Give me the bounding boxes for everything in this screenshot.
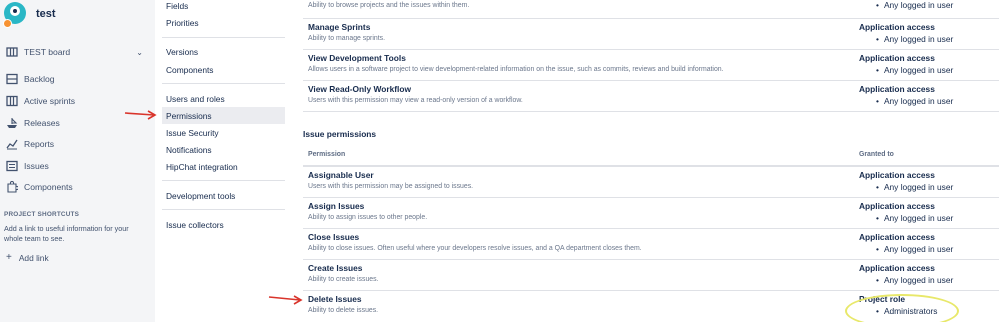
menu-item-hipchat-integration[interactable]: HipChat integration xyxy=(162,158,285,175)
permission-row-browse-projects: Ability to browse projects and the issue… xyxy=(303,0,999,19)
permission-description: Ability to close issues. Often useful wh… xyxy=(308,245,642,252)
sidebar-item-label: Issues xyxy=(24,161,49,171)
permission-row-view-development-tools: View Development Tools Allows users in a… xyxy=(303,50,999,81)
permission-description: Allows users in a software project to vi… xyxy=(308,66,724,73)
menu-item-fields[interactable]: Fields xyxy=(162,0,285,14)
settings-menu: Fields Priorities Versions Components Us… xyxy=(155,0,291,322)
permission-name: Close Issues xyxy=(308,232,360,242)
granted-title: Application access xyxy=(859,170,935,180)
permissions-content: Ability to browse projects and the issue… xyxy=(291,0,999,322)
permission-name: View Development Tools xyxy=(308,53,406,63)
shortcuts-description: Add a link to useful information for you… xyxy=(4,224,129,243)
plus-icon: + xyxy=(6,252,12,263)
granted-item: Any logged in user xyxy=(876,96,953,106)
granted-title: Application access xyxy=(859,232,935,242)
menu-item-priorities[interactable]: Priorities xyxy=(162,14,285,31)
menu-item-components[interactable]: Components xyxy=(162,61,285,78)
graph-icon xyxy=(6,138,18,150)
sidebar-item-label: Active sprints xyxy=(24,96,76,106)
granted-title: Application access xyxy=(859,84,935,94)
menu-item-permissions[interactable]: Permissions xyxy=(162,107,285,124)
board-icon xyxy=(6,95,18,107)
board-icon xyxy=(6,46,18,58)
sidebar-item-active-sprints[interactable]: Active sprints xyxy=(6,91,151,111)
issue-permissions-heading: Issue permissions xyxy=(303,129,377,139)
project-badge-icon xyxy=(3,19,12,28)
menu-item-users-and-roles[interactable]: Users and roles xyxy=(162,90,285,107)
permission-name: Manage Sprints xyxy=(308,22,371,32)
permission-name: Delete Issues xyxy=(308,294,362,304)
sidebar-item-components[interactable]: Components xyxy=(6,177,151,197)
granted-item: Any logged in user xyxy=(876,34,953,44)
sidebar-item-label: Backlog xyxy=(24,74,55,84)
shortcuts-title: PROJECT SHORTCUTS xyxy=(4,211,80,218)
board-label: TEST board xyxy=(24,47,71,57)
permission-description: Ability to manage sprints. xyxy=(308,35,385,42)
menu-item-issue-security[interactable]: Issue Security xyxy=(162,124,285,141)
permission-description: Ability to create issues. xyxy=(308,276,379,283)
permission-description: Ability to browse projects and the issue… xyxy=(308,2,470,9)
permission-name: Assignable User xyxy=(308,170,374,180)
permission-row-create-issues: Create Issues Ability to create issues. … xyxy=(303,260,999,291)
add-link-button[interactable]: + Add link xyxy=(6,252,49,263)
granted-item: Any logged in user xyxy=(876,244,953,254)
permission-name: Create Issues xyxy=(308,263,363,273)
permission-name: View Read-Only Workflow xyxy=(308,84,412,94)
granted-item: Any logged in user xyxy=(876,275,953,285)
sidebar-item-backlog[interactable]: Backlog xyxy=(6,69,151,89)
menu-divider xyxy=(162,209,285,210)
permission-description: Ability to assign issues to other people… xyxy=(308,214,428,221)
ship-icon xyxy=(6,117,18,129)
sidebar-item-label: Components xyxy=(24,182,73,192)
menu-item-issue-collectors[interactable]: Issue collectors xyxy=(162,216,285,233)
sidebar-item-label: Reports xyxy=(24,139,55,149)
permission-row-manage-sprints: Manage Sprints Ability to manage sprints… xyxy=(303,19,999,50)
column-header-granted-to: Granted to xyxy=(859,151,894,158)
menu-item-development-tools[interactable]: Development tools xyxy=(162,187,285,204)
sidebar-item-label: Releases xyxy=(24,118,60,128)
project-name[interactable]: test xyxy=(36,8,56,20)
menu-item-versions[interactable]: Versions xyxy=(162,43,285,60)
permission-row-assign-issues: Assign Issues Ability to assign issues t… xyxy=(303,198,999,229)
issues-icon xyxy=(6,160,18,172)
granted-title: Application access xyxy=(859,22,935,32)
permission-row-close-issues: Close Issues Ability to close issues. Of… xyxy=(303,229,999,260)
board-switcher[interactable]: TEST board ⌄ xyxy=(6,42,151,62)
project-sidebar: test TEST board ⌄ Backlog Active sprints… xyxy=(0,0,155,322)
menu-divider xyxy=(162,180,285,181)
annotation-highlight-ellipse xyxy=(845,294,959,322)
sidebar-item-reports[interactable]: Reports xyxy=(6,134,151,154)
granted-item: Any logged in user xyxy=(876,65,953,75)
chevron-down-icon[interactable]: ⌄ xyxy=(136,48,143,57)
granted-item: Any logged in user xyxy=(876,0,953,10)
column-header-permission: Permission xyxy=(308,151,346,158)
granted-title: Application access xyxy=(859,263,935,273)
permission-description: Ability to delete issues. xyxy=(308,307,379,314)
sidebar-item-issues[interactable]: Issues xyxy=(6,156,151,176)
annotation-arrow-permissions xyxy=(124,110,157,120)
permission-description: Users with this permission may view a re… xyxy=(308,97,523,104)
permission-description: Users with this permission may be assign… xyxy=(308,183,474,190)
menu-divider xyxy=(162,83,285,84)
menu-item-notifications[interactable]: Notifications xyxy=(162,141,285,158)
add-link-label: Add link xyxy=(18,252,49,263)
menu-divider xyxy=(162,37,285,38)
granted-item: Any logged in user xyxy=(876,182,953,192)
granted-title: Application access xyxy=(859,201,935,211)
backlog-icon xyxy=(6,73,18,85)
permission-row-view-read-only-workflow: View Read-Only Workflow Users with this … xyxy=(303,81,999,112)
permission-row-assignable-user: Assignable User Users with this permissi… xyxy=(303,167,999,198)
granted-item: Any logged in user xyxy=(876,213,953,223)
puzzle-icon xyxy=(6,181,18,193)
granted-title: Application access xyxy=(859,53,935,63)
permission-name: Assign Issues xyxy=(308,201,365,211)
table-header: Permission Granted to xyxy=(303,145,999,167)
